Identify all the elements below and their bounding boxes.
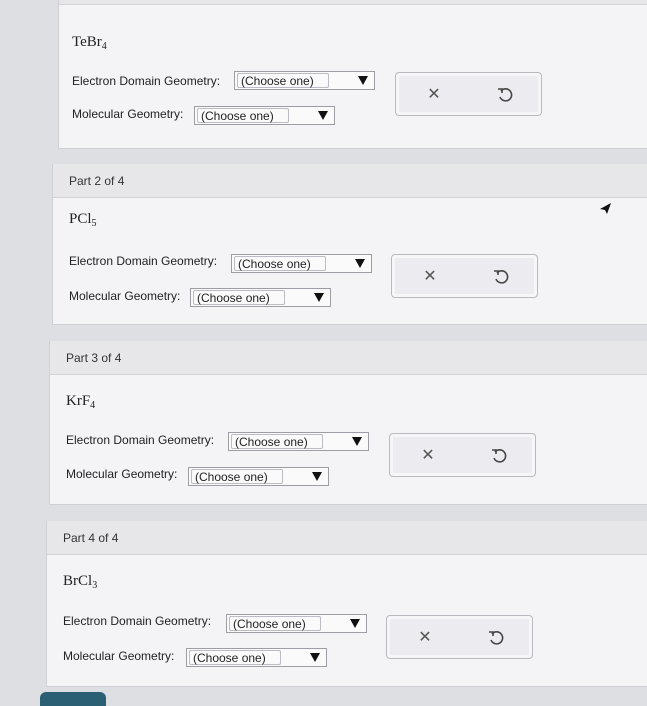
molecular-geometry-select[interactable]: (Choose one) (194, 106, 335, 125)
electron-domain-select[interactable]: (Choose one) (231, 254, 372, 273)
select-value: (Choose one) (193, 290, 285, 305)
molecular-geometry-select[interactable]: (Choose one) (186, 648, 327, 667)
electron-domain-label: Electron Domain Geometry: (63, 614, 212, 628)
triangle-down-icon (355, 259, 365, 268)
mouse-cursor-icon (600, 203, 611, 214)
part-1-panel: TeBr4 Electron Domain Geometry: (Choose … (58, 0, 647, 149)
select-value: (Choose one) (231, 434, 323, 449)
undo-icon[interactable] (495, 85, 515, 105)
formula-base: BrCl (63, 573, 93, 589)
electron-domain-label: Electron Domain Geometry: (72, 74, 221, 88)
part-4-panel: Part 4 of 4 BrCl3 Electron Domain Geomet… (46, 521, 647, 687)
formula-pcl5: PCl5 (69, 211, 97, 229)
molecular-geometry-select[interactable]: (Choose one) (188, 467, 329, 486)
select-value: (Choose one) (234, 256, 326, 271)
select-value: (Choose one) (237, 73, 329, 88)
select-value: (Choose one) (191, 469, 283, 484)
triangle-down-icon (318, 111, 328, 120)
triangle-down-icon (314, 293, 324, 302)
triangle-down-icon (312, 472, 322, 481)
select-value: (Choose one) (197, 108, 289, 123)
molecular-geometry-select[interactable]: (Choose one) (190, 288, 331, 307)
undo-icon[interactable] (489, 446, 509, 466)
close-icon[interactable]: ✕ (418, 446, 438, 466)
formula-subscript: 4 (90, 400, 96, 411)
close-icon[interactable]: ✕ (415, 628, 435, 648)
molecular-geometry-label: Molecular Geometry: (66, 467, 178, 481)
formula-brcl3: BrCl3 (63, 573, 97, 591)
electron-domain-select[interactable]: (Choose one) (226, 614, 367, 633)
close-icon[interactable]: ✕ (420, 267, 440, 287)
part-2-panel: Part 2 of 4 PCl5 Electron Domain Geometr… (52, 164, 647, 325)
triangle-down-icon (350, 619, 360, 628)
part-2-header: Part 2 of 4 (53, 164, 647, 198)
part-3-panel: Part 3 of 4 KrF4 Electron Domain Geometr… (49, 341, 647, 505)
electron-domain-select[interactable]: (Choose one) (234, 71, 375, 90)
undo-icon[interactable] (491, 267, 511, 287)
select-value: (Choose one) (229, 616, 321, 631)
select-value: (Choose one) (189, 650, 281, 665)
answer-actions: ✕ (395, 72, 542, 116)
electron-domain-label: Electron Domain Geometry: (66, 433, 215, 447)
formula-base: KrF (66, 393, 91, 409)
formula-subscript: 5 (91, 218, 97, 229)
formula-base: TeBr (72, 34, 102, 50)
close-icon[interactable]: ✕ (424, 85, 444, 105)
formula-subscript: 3 (92, 580, 98, 591)
part-4-header: Part 4 of 4 (47, 521, 647, 555)
undo-icon[interactable] (486, 628, 506, 648)
answer-actions: ✕ (389, 433, 536, 477)
triangle-down-icon (310, 653, 320, 662)
molecular-geometry-label: Molecular Geometry: (63, 649, 175, 663)
triangle-down-icon (352, 437, 362, 446)
molecular-geometry-label: Molecular Geometry: (69, 289, 181, 303)
formula-subscript: 4 (101, 41, 107, 52)
part-1-header-strip (59, 0, 647, 5)
answer-actions: ✕ (391, 254, 538, 298)
part-3-header: Part 3 of 4 (50, 341, 647, 375)
molecular-geometry-label: Molecular Geometry: (72, 107, 184, 121)
check-button[interactable] (40, 692, 106, 706)
triangle-down-icon (358, 76, 368, 85)
formula-tebr4: TeBr4 (72, 34, 107, 52)
electron-domain-label: Electron Domain Geometry: (69, 254, 218, 268)
formula-base: PCl (69, 211, 92, 227)
answer-actions: ✕ (386, 615, 533, 659)
electron-domain-select[interactable]: (Choose one) (228, 432, 369, 451)
formula-krf4: KrF4 (66, 393, 95, 411)
